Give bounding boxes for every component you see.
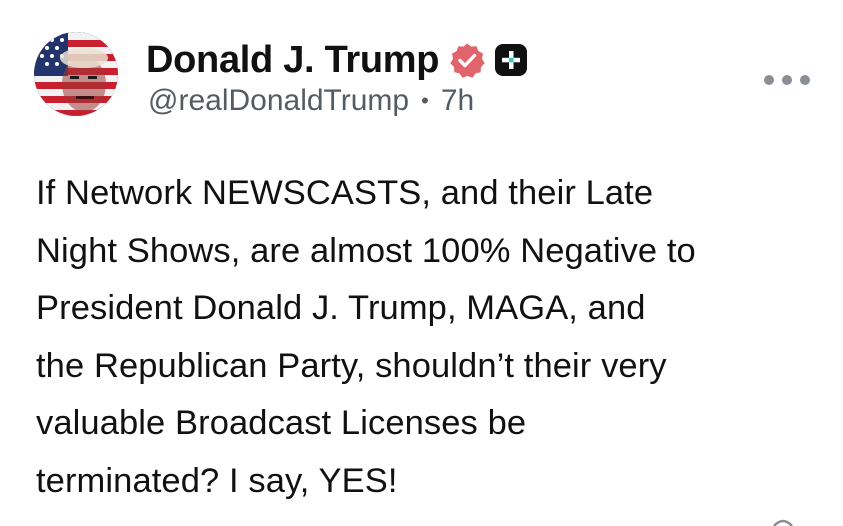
verified-badge-icon [450,43,485,78]
plus-badge-icon [495,44,528,76]
more-dot [800,75,810,85]
author-display-name[interactable]: Donald J. Trump [146,39,440,82]
more-options-icon[interactable] [764,68,810,92]
avatar[interactable] [34,32,118,116]
author-handle[interactable]: @realDonaldTrump [148,84,409,118]
more-dot [764,75,774,85]
meta-separator: • [421,88,429,113]
author-meta-row: @realDonaldTrump • 7h [148,84,474,118]
action-icon-partial[interactable] [772,516,794,526]
author-name-row: Donald J. Trump [146,38,528,82]
post-body-text: If Network NEWSCASTS, and their Late Nig… [36,174,696,500]
avatar-flag-portrait-icon [34,32,118,116]
more-dot [782,75,792,85]
post-timestamp[interactable]: 7h [441,84,474,118]
post-card: Donald J. Trump @realDonaldTrump • 7h If… [0,0,843,526]
